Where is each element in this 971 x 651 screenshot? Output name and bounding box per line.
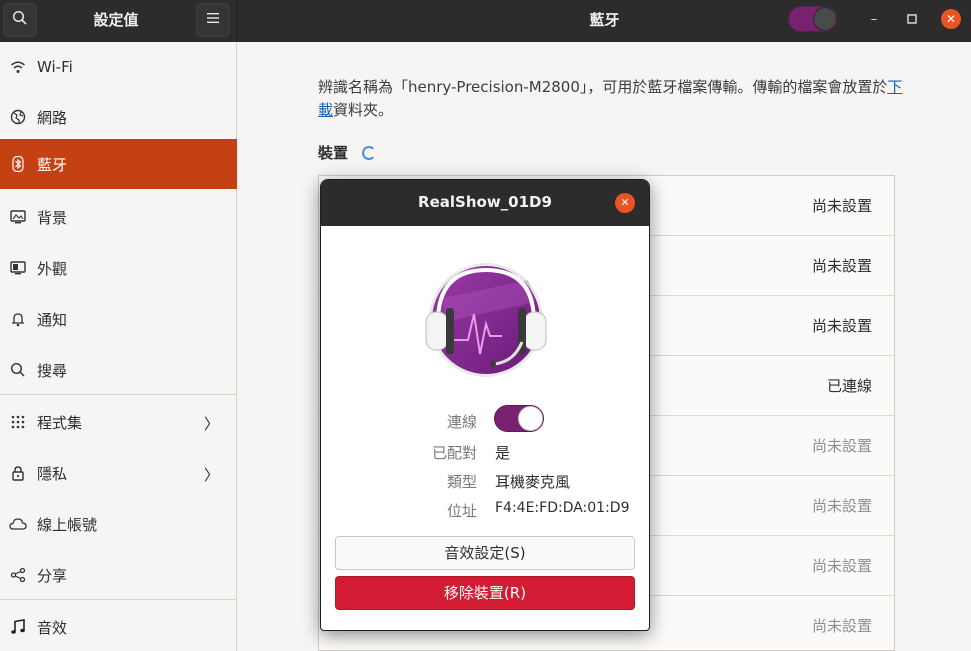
bell-icon: [9, 310, 27, 328]
device-status: 尚未設置: [811, 617, 872, 635]
dialog-title: RealShow_01D9: [418, 193, 552, 211]
device-status: 已連線: [826, 377, 872, 395]
sidebar-item-label: 搜尋: [37, 361, 68, 380]
music-note-icon: [9, 618, 27, 636]
sidebar-item-label: 隱私: [37, 464, 68, 483]
type-row: 類型 耳機麥克風: [321, 469, 649, 493]
maximize-icon: [907, 14, 917, 24]
headset-icon: [424, 262, 548, 382]
device-status: 尚未設置: [811, 557, 872, 575]
description-text: 辨識名稱為「henry-Precision-M2800」，可用於藍牙檔案傳輸。傳…: [318, 78, 888, 96]
sidebar-item-label: 背景: [37, 208, 68, 227]
sidebar-item-bluetooth[interactable]: 藍牙: [0, 139, 237, 189]
sidebar-item-notifications[interactable]: 通知: [0, 294, 237, 344]
sidebar-item-label: 音效: [37, 618, 68, 637]
scanning-spinner-icon: [362, 145, 377, 160]
device-status: 尚未設置: [811, 197, 872, 215]
device-details-dialog: RealShow_01D9 ✕ 連線 已配對 是 類型 耳機麥克風 位址 F4:…: [320, 179, 650, 631]
sidebar-item-wifi[interactable]: Wi-Fi: [0, 42, 237, 92]
address-label: 位址: [446, 502, 477, 520]
wifi-icon: [9, 58, 27, 76]
header-bar: 設定值 藍牙 – ✕: [0, 0, 971, 42]
sidebar-item-applications[interactable]: 程式集 〉: [0, 397, 237, 447]
bluetooth-toggle[interactable]: [788, 6, 838, 32]
search-button[interactable]: [3, 3, 37, 37]
sidebar-separator: [0, 599, 237, 600]
lock-icon: [9, 464, 27, 482]
minimize-button[interactable]: –: [864, 9, 884, 29]
sidebar-item-label: Wi-Fi: [37, 58, 73, 76]
paired-label: 已配對: [431, 444, 477, 462]
hamburger-menu-icon: [206, 12, 220, 28]
connection-toggle[interactable]: [494, 405, 544, 432]
sidebar: Wi-Fi 網路 藍牙 背景 外觀 通知 搜尋 程式集 〉 隱私 〉 線上帳號 …: [0, 42, 237, 651]
maximize-button[interactable]: [902, 9, 922, 29]
devices-section-label: 裝置: [318, 142, 377, 163]
background-icon: [9, 208, 27, 226]
appearance-icon: [9, 259, 27, 277]
chevron-right-icon: 〉: [203, 466, 219, 484]
address-value: F4:4E:FD:DA:01:D9: [495, 500, 630, 516]
sidebar-item-sound[interactable]: 音效: [0, 602, 237, 651]
device-status: 尚未設置: [811, 317, 872, 335]
toggle-knob: [813, 7, 837, 31]
sidebar-item-online-accounts[interactable]: 線上帳號: [0, 499, 237, 549]
sidebar-item-search[interactable]: 搜尋: [0, 345, 237, 395]
bluetooth-icon: [9, 155, 27, 173]
toggle-knob: [518, 406, 543, 431]
address-row: 位址 F4:4E:FD:DA:01:D9: [321, 498, 649, 522]
connection-label: 連線: [446, 413, 477, 431]
network-globe-icon: [9, 108, 27, 126]
chevron-right-icon: 〉: [203, 415, 219, 433]
sidebar-item-background[interactable]: 背景: [0, 192, 237, 242]
device-status: 尚未設置: [811, 437, 872, 455]
dialog-header: RealShow_01D9 ✕: [321, 180, 649, 226]
window-close-button[interactable]: ✕: [941, 9, 961, 29]
search-icon: [9, 361, 27, 379]
sidebar-separator: [0, 394, 237, 395]
apps-grid-icon: [9, 413, 27, 431]
page-title: 藍牙: [589, 11, 620, 29]
menu-button[interactable]: [196, 3, 230, 37]
sidebar-item-label: 外觀: [37, 259, 68, 278]
sidebar-item-label: 線上帳號: [37, 515, 98, 534]
sound-settings-button[interactable]: 音效設定(S): [335, 536, 635, 570]
dialog-close-button[interactable]: ✕: [615, 193, 635, 213]
sidebar-item-label: 通知: [37, 310, 68, 329]
cloud-icon: [9, 515, 27, 533]
device-status: 尚未設置: [811, 497, 872, 515]
sidebar-item-privacy[interactable]: 隱私 〉: [0, 448, 237, 498]
sidebar-item-label: 藍牙: [37, 155, 68, 174]
sidebar-item-label: 網路: [37, 108, 68, 127]
search-icon: [12, 10, 28, 30]
type-value: 耳機麥克風: [495, 473, 571, 491]
sidebar-item-appearance[interactable]: 外觀: [0, 243, 237, 293]
devices-label: 裝置: [318, 144, 349, 162]
bluetooth-description: 辨識名稱為「henry-Precision-M2800」，可用於藍牙檔案傳輸。傳…: [318, 76, 903, 122]
paired-value: 是: [495, 444, 511, 462]
device-status: 尚未設置: [811, 257, 872, 275]
connection-row: 連線: [321, 409, 649, 433]
type-label: 類型: [446, 473, 477, 491]
sidebar-item-label: 程式集: [37, 413, 83, 432]
description-suffix: 資料夾。: [333, 101, 394, 119]
sidebar-item-label: 分享: [37, 566, 68, 585]
share-icon: [9, 566, 27, 584]
paired-row: 已配對 是: [321, 440, 649, 464]
sidebar-item-network[interactable]: 網路: [0, 92, 237, 142]
remove-device-button[interactable]: 移除裝置(R): [335, 576, 635, 610]
settings-title: 設定值: [93, 11, 139, 29]
sidebar-item-sharing[interactable]: 分享: [0, 550, 237, 600]
